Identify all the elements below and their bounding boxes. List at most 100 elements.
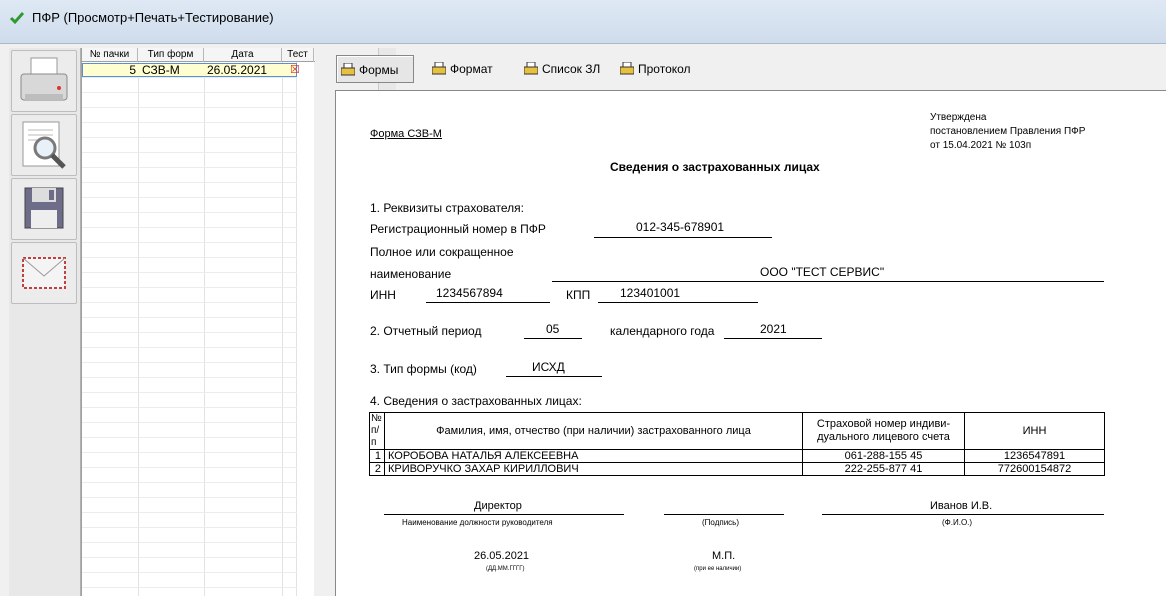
- tab-label: Формат: [450, 62, 493, 76]
- grid-header: № пачки Тип форм Дата Тест: [82, 48, 315, 62]
- num-header-line-2: п/п: [371, 425, 380, 448]
- tab-format[interactable]: Формат: [428, 55, 506, 83]
- stamp-label: М.П.: [712, 550, 736, 562]
- approved-line-3: от 15.04.2021 № 103п: [930, 140, 1032, 151]
- tab-protocol[interactable]: Протокол: [616, 55, 704, 83]
- grid-row-line: [82, 347, 297, 348]
- grid-row-line: [82, 302, 297, 303]
- preview-button[interactable]: [11, 114, 77, 176]
- underline: [552, 281, 1104, 282]
- print-button[interactable]: [11, 50, 77, 112]
- position-value: Директор: [474, 500, 522, 512]
- printer-small-icon: [341, 63, 355, 76]
- grid-divider: [296, 62, 297, 596]
- send-button[interactable]: [11, 242, 77, 304]
- snils-header-line-2: дуального лицевого счета: [817, 431, 950, 443]
- form-type-value: ИСХД: [532, 360, 565, 374]
- grid-row-line: [82, 227, 297, 228]
- grid-row-line: [82, 377, 297, 378]
- year-value: 2021: [760, 322, 787, 336]
- approved-line-2: постановлением Правления ПФР: [930, 126, 1086, 137]
- grid-row-line: [82, 392, 297, 393]
- tab-forms[interactable]: Формы: [336, 55, 414, 83]
- grid-row-line: [82, 467, 297, 468]
- name-label-1: Полное или сокращенное: [370, 245, 514, 259]
- underline: [664, 514, 784, 515]
- period-value: 05: [546, 322, 560, 336]
- printer-small-icon: [432, 62, 446, 75]
- grid-row-line: [82, 497, 297, 498]
- tab-label: Список ЗЛ: [542, 62, 601, 76]
- save-button[interactable]: [11, 178, 77, 240]
- left-toolbar: [9, 48, 81, 596]
- table-row: 1 КОРОБОВА НАТАЛЬЯ АЛЕКСЕЕВНА 061-288-15…: [369, 449, 1105, 463]
- grid-row-line: [82, 152, 297, 153]
- checkmark-app-icon: [9, 12, 25, 25]
- table-header-row: № п/п Фамилия, имя, отчество (при наличи…: [369, 412, 1105, 450]
- table-row[interactable]: 5 СЗВ-М 26.05.2021 ☒: [82, 63, 300, 78]
- person-snils: 222-255-877 41: [802, 462, 965, 476]
- underline: [822, 514, 1104, 515]
- name-label-2: наименование: [370, 267, 452, 281]
- col-form-type[interactable]: Тип форм: [138, 48, 204, 62]
- grid-row-line: [82, 362, 297, 363]
- insured-persons-table: № п/п Фамилия, имя, отчество (при наличи…: [369, 412, 1105, 476]
- grid-row-line: [82, 107, 297, 108]
- printer-small-icon: [620, 62, 634, 75]
- row-number: 2: [369, 462, 385, 476]
- signing-date-value: 26.05.2021: [474, 550, 530, 562]
- underline: [426, 302, 550, 303]
- row-number: 1: [369, 449, 385, 463]
- date-format-caption: (ДД.ММ.ГГГГ): [486, 566, 525, 572]
- underline: [724, 338, 822, 339]
- grid-row-line: [82, 182, 297, 183]
- table-row: 2 КРИВОРУЧКО ЗАХАР КИРИЛЛОВИЧ 222-255-87…: [369, 462, 1105, 476]
- grid-row-line: [82, 272, 297, 273]
- test-checkbox[interactable]: ☒: [290, 64, 300, 78]
- kpp-value: 123401001: [620, 286, 681, 300]
- reg-number-value: 012-345-678901: [636, 220, 725, 234]
- col-test[interactable]: Тест: [282, 48, 314, 62]
- col-pack-number[interactable]: № пачки: [82, 48, 138, 62]
- window-title: ПФР (Просмотр+Печать+Тестирование): [32, 10, 274, 25]
- form-type-label: 3. Тип формы (код): [370, 362, 477, 376]
- grid-row-line: [82, 512, 297, 513]
- stamp-caption: (при ее наличии): [694, 566, 742, 572]
- save-icon: [24, 187, 64, 229]
- grid-row-line: [82, 257, 297, 258]
- pack-number-cell: 5: [129, 63, 136, 77]
- date-cell: 26.05.2021: [207, 63, 268, 77]
- grid-row-line: [82, 92, 297, 93]
- underline: [594, 237, 772, 238]
- grid-row-line: [82, 332, 297, 333]
- company-name-value: ООО "ТЕСТ СЕРВИС": [760, 265, 885, 279]
- grid-row-line: [82, 452, 297, 453]
- grid-row-line: [82, 212, 297, 213]
- document-title: Сведения о застрахованных лицах: [610, 160, 820, 174]
- snils-header: Страховой номер индиви- дуального лицево…: [802, 412, 965, 450]
- tab-label: Протокол: [638, 62, 691, 76]
- form-name: Форма СЗВ-М: [370, 128, 442, 140]
- grid-row-line: [82, 407, 297, 408]
- col-date[interactable]: Дата: [204, 48, 282, 62]
- form-type-cell: СЗВ-М: [142, 63, 180, 77]
- grid-row-line: [82, 482, 297, 483]
- grid-row-line: [82, 122, 297, 123]
- fio-caption: (Ф.И.О.): [942, 518, 973, 527]
- signature-caption: (Подпись): [702, 518, 739, 527]
- packs-grid: № пачки Тип форм Дата Тест 5 СЗВ-М 26.05…: [81, 48, 396, 596]
- section-4-heading: 4. Сведения о застрахованных лицах:: [370, 394, 582, 408]
- period-label: 2. Отчетный период: [370, 324, 482, 338]
- grid-row-line: [82, 527, 297, 528]
- tab-insured-list[interactable]: Список ЗЛ: [520, 55, 612, 83]
- kpp-label: КПП: [566, 288, 591, 302]
- printer-small-icon: [524, 62, 538, 75]
- grid-row-line: [82, 167, 297, 168]
- preview-icon: [22, 121, 66, 169]
- inn-value: 1234567894: [436, 286, 503, 300]
- grid-row-line: [82, 422, 297, 423]
- reg-number-label: Регистрационный номер в ПФР: [370, 222, 546, 236]
- snils-header-line-1: Страховой номер индиви-: [816, 418, 951, 430]
- section-1-heading: 1. Реквизиты страхователя:: [370, 201, 524, 215]
- person-snils: 061-288-155 45: [802, 449, 965, 463]
